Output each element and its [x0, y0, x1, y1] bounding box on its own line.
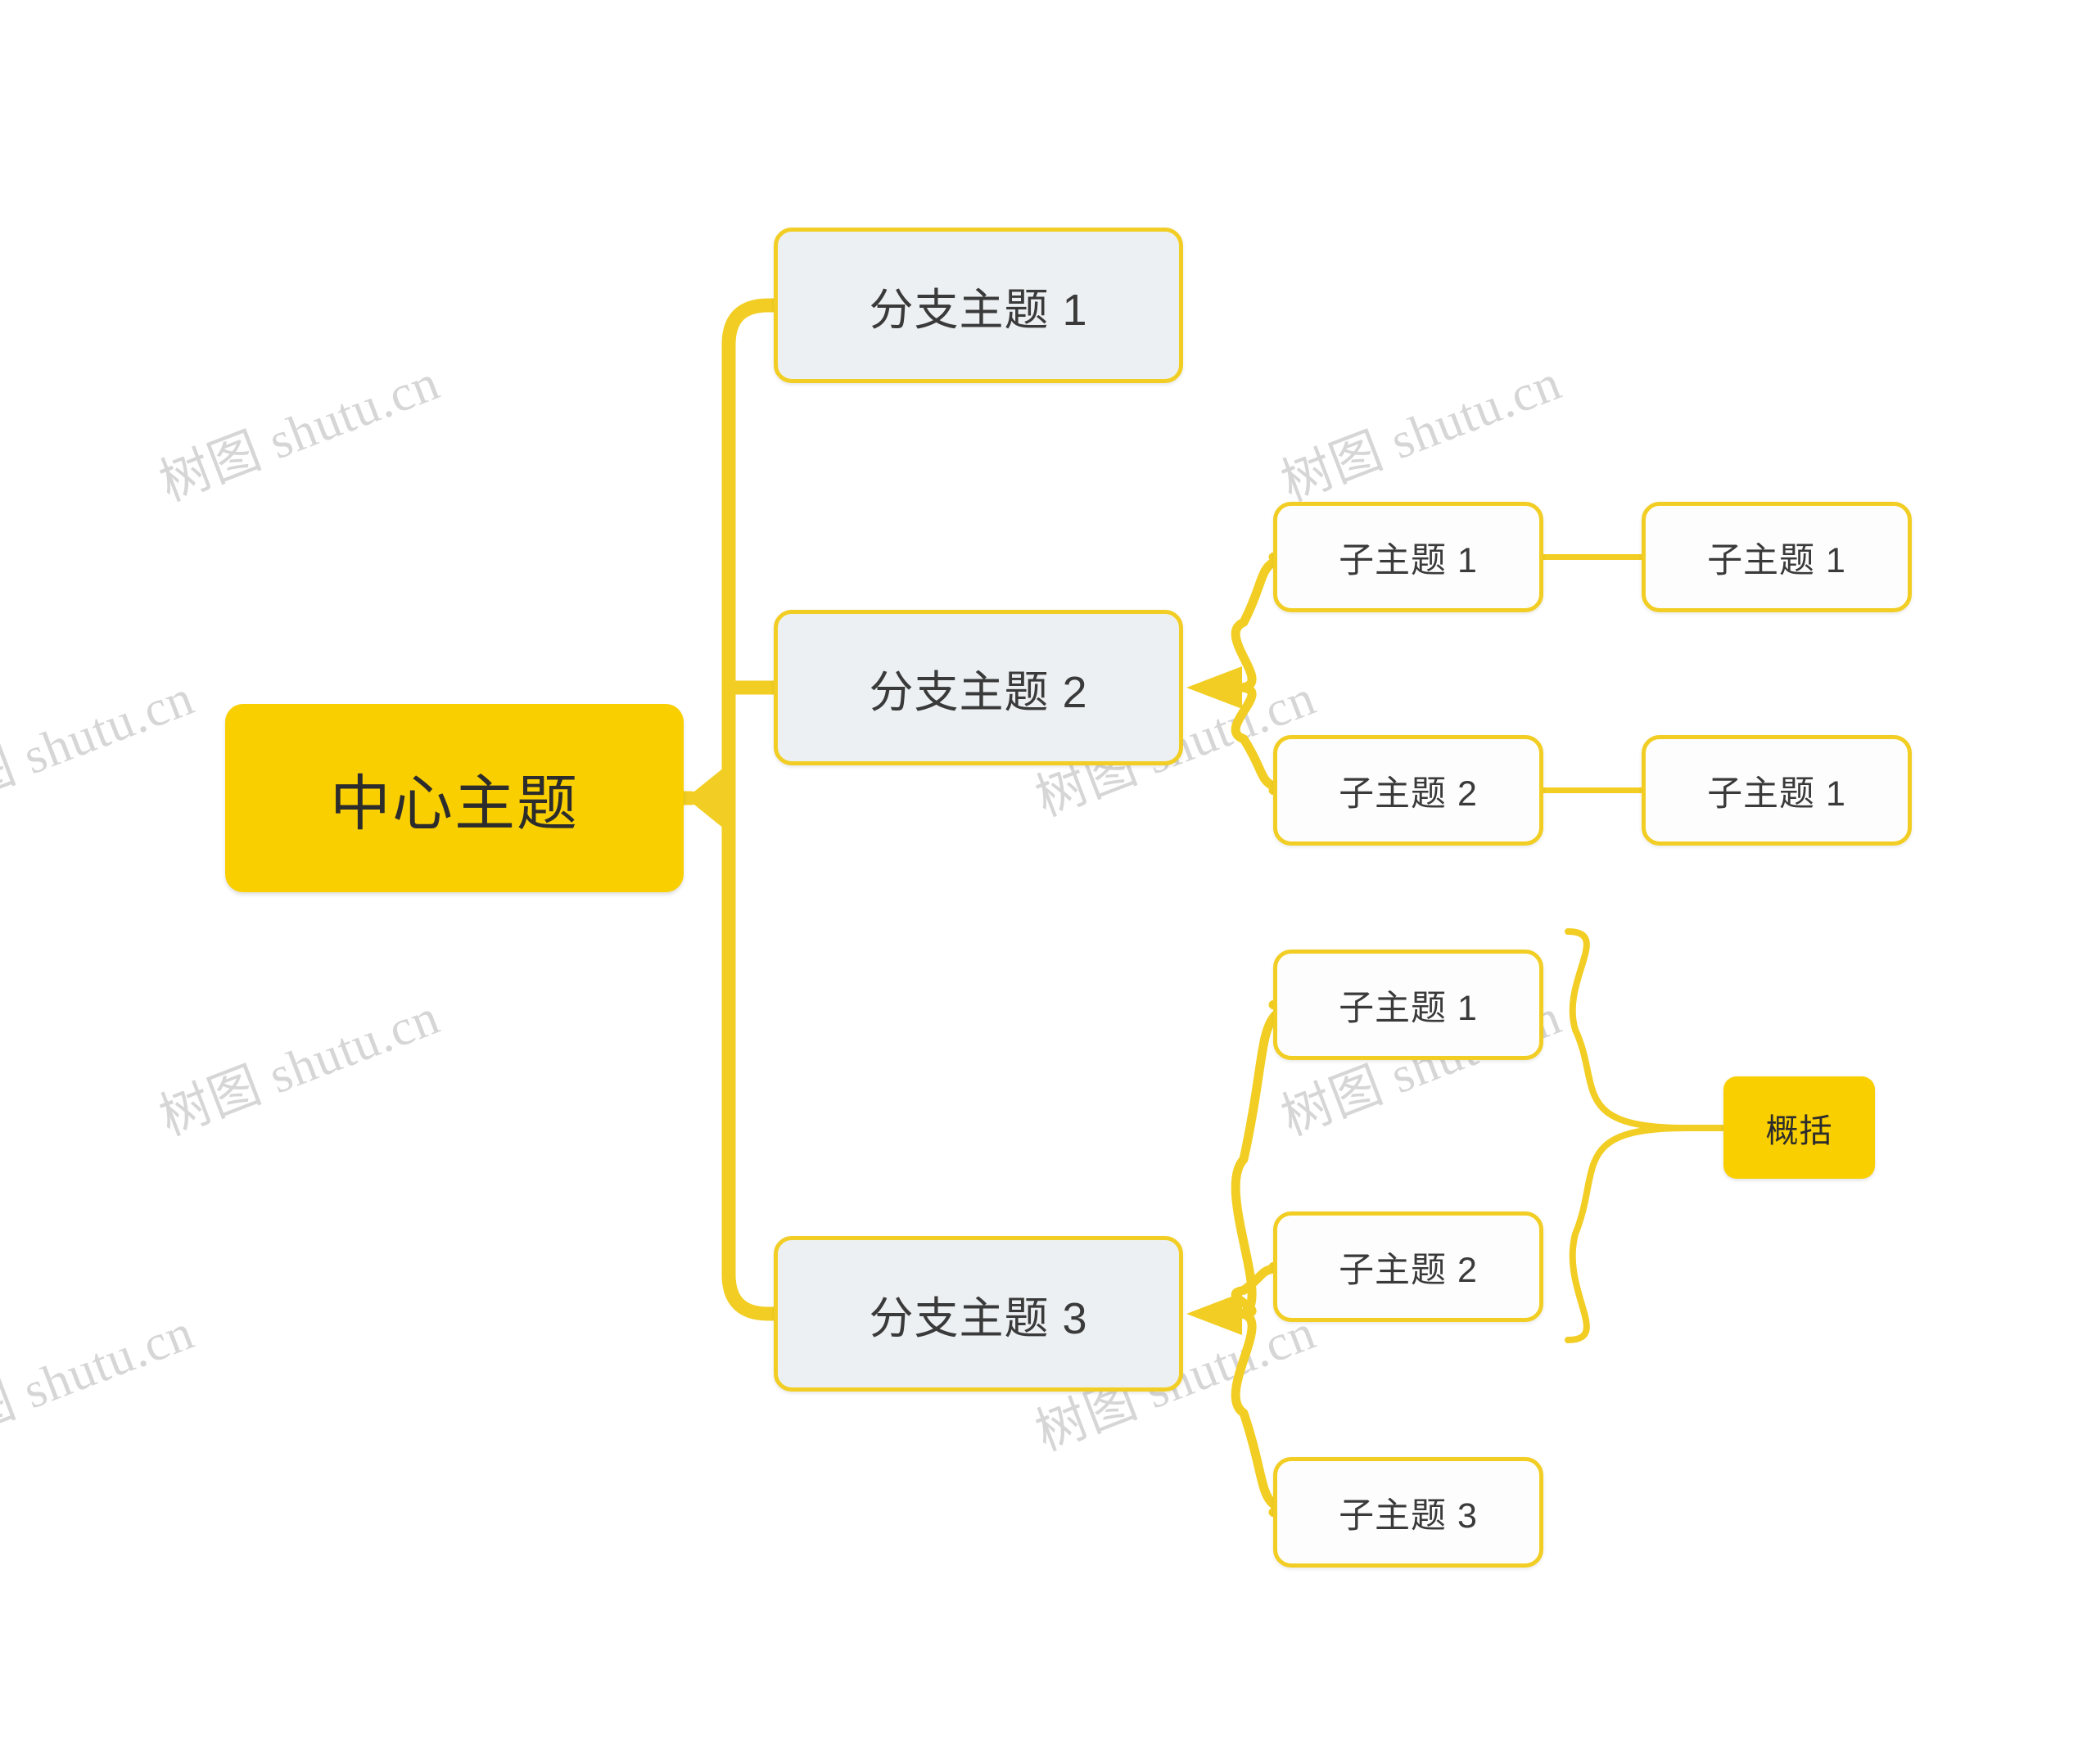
- sub-topic-node-b3-c2[interactable]: 子主题 2: [1273, 1211, 1543, 1322]
- sub-topic-label-b2-c2-g1: 子主题 1: [1707, 774, 1846, 814]
- sub-topic-label-b2-c1-g1: 子主题 1: [1707, 540, 1846, 580]
- branch-topic-node-1[interactable]: 分支主题 1: [774, 228, 1183, 383]
- branch-topic-node-3[interactable]: 分支主题 3: [774, 1236, 1183, 1392]
- node-layer: 中心主题 分支主题 1 分支主题 2 子主题 1 子主题 1 子主题 2 子主题…: [0, 0, 2096, 1764]
- sub-topic-node-b3-c3[interactable]: 子主题 3: [1273, 1457, 1543, 1568]
- sub-topic-node-b3-c1[interactable]: 子主题 1: [1273, 950, 1543, 1060]
- sub-topic-node-b2-c1[interactable]: 子主题 1: [1273, 502, 1543, 612]
- sub-topic-label-b2-c2: 子主题 2: [1339, 774, 1478, 814]
- central-topic-node[interactable]: 中心主题: [225, 704, 684, 892]
- summary-node[interactable]: 概括: [1723, 1076, 1875, 1179]
- sub-topic-node-b2-c2[interactable]: 子主题 2: [1273, 735, 1543, 846]
- central-topic-label: 中心主题: [330, 769, 579, 837]
- branch-topic-node-2[interactable]: 分支主题 2: [774, 610, 1183, 765]
- sub-topic-node-b2-c1-g1[interactable]: 子主题 1: [1642, 502, 1912, 612]
- summary-label: 概括: [1765, 1112, 1833, 1149]
- sub-topic-label-b2-c1: 子主题 1: [1339, 540, 1478, 580]
- mindmap-canvas: 树图 shutu.cn 树图 shutu.cn 树图 shutu.cn 树图 shut…: [0, 0, 2096, 1764]
- sub-topic-label-b3-c2: 子主题 2: [1339, 1250, 1478, 1290]
- sub-topic-node-b2-c2-g1[interactable]: 子主题 1: [1642, 735, 1912, 846]
- branch-topic-label-1: 分支主题 1: [869, 285, 1088, 335]
- branch-topic-label-2: 分支主题 2: [869, 667, 1088, 717]
- sub-topic-label-b3-c1: 子主题 1: [1339, 988, 1478, 1028]
- branch-topic-label-3: 分支主题 3: [869, 1293, 1088, 1343]
- sub-topic-label-b3-c3: 子主题 3: [1339, 1496, 1478, 1536]
